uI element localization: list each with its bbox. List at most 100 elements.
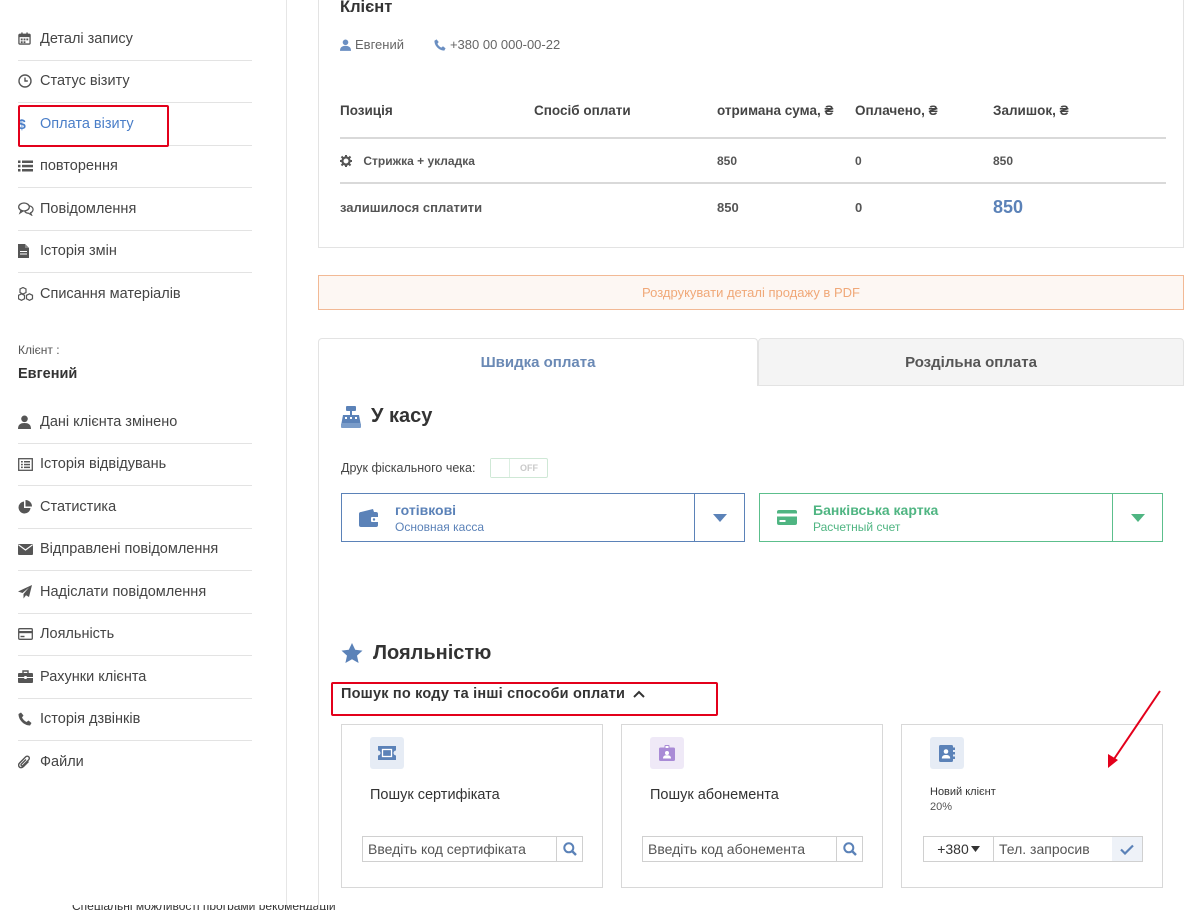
annotation-arrow-icon [1108, 690, 1161, 768]
chevron-down-icon[interactable] [1112, 494, 1162, 541]
bank-card-icon [760, 494, 813, 541]
sidebar-item-history[interactable]: Історія змін [18, 231, 252, 273]
cut-off-text: Спеціальні можливості програми рекоменда… [72, 899, 336, 910]
certificate-field [362, 836, 583, 862]
list-icon [18, 160, 40, 172]
header-position: Позиція [340, 103, 393, 118]
calendar-icon [18, 32, 40, 45]
sidebar-item-label: Списання матеріалів [40, 286, 181, 303]
referrer-phone-input[interactable] [994, 837, 1112, 861]
total-paid: 0 [855, 199, 863, 215]
client-section-title: Клієнт [340, 0, 393, 16]
subscription-search-card: Пошук абонемента [621, 724, 883, 888]
sidebar-item-label: повторення [40, 158, 118, 175]
header-received-text: отримана сума, ₴ [717, 103, 834, 118]
phone-code-value: +380 [937, 841, 969, 857]
header-remaining: Залишок, ₴ [993, 103, 1069, 118]
referrer-phone-field: +380 [923, 836, 1143, 862]
header-paid: Оплачено, ₴ [855, 103, 938, 118]
sidebar-item-loyalty[interactable]: Лояльність [18, 614, 252, 656]
certificate-search-card: Пошук сертифіката [341, 724, 603, 888]
tab-split-payment[interactable]: Роздільна оплата [758, 338, 1184, 386]
cash-select-text: готівкові Основная касса [395, 494, 694, 541]
sidebar-item-label: Історія відвідувань [40, 456, 167, 473]
print-pdf-button[interactable]: Роздрукувати деталі продажу в PDF [318, 275, 1184, 310]
sidebar-item-send-message[interactable]: Надіслати повідомлення [18, 571, 252, 614]
sidebar-item-sent-messages[interactable]: Відправлені повідомлення [18, 529, 252, 571]
phone-icon [18, 712, 40, 726]
sidebar-item-client-accounts[interactable]: Рахунки клієнта [18, 656, 252, 699]
card-payment-select[interactable]: Банківська картка Расчетный счет [759, 493, 1163, 542]
sidebar-item-label: Файли [40, 754, 84, 771]
table-header-row: Позиція Спосіб оплати отримана сума, ₴ О… [340, 84, 1166, 139]
certificate-title: Пошук сертифіката [370, 787, 500, 803]
sidebar-item-label: Історія змін [40, 243, 117, 260]
phone-code-select[interactable]: +380 [924, 837, 994, 861]
client-payment-card: Клієнт Евгений +380 00 000-00-22 Позиція… [318, 0, 1184, 248]
card-title: Банківська картка [813, 501, 939, 518]
sidebar-item-label: Дані клієнта змінено [40, 413, 178, 430]
chat-icon [18, 202, 40, 216]
loyalty-title-text: Лояльністю [373, 642, 492, 664]
list-alt-icon [18, 457, 40, 471]
gear-icon [340, 155, 352, 168]
paper-plane-icon [18, 584, 40, 599]
cashier-title-text: У касу [371, 405, 433, 427]
loyalty-section-title: Лояльністю [341, 642, 491, 665]
table-total-row: залишилося сплатити 850 0 850 [340, 184, 1166, 230]
toggle-knob [491, 459, 511, 477]
sidebar-item-visit-status[interactable]: Статус візиту [18, 61, 252, 103]
subscription-code-input[interactable] [643, 837, 836, 861]
sidebar-item-label: Відправлені повідомлення [40, 541, 219, 558]
new-client-title: Новий клієнт [930, 786, 996, 798]
cash-title: готівкові [395, 501, 457, 518]
sidebar-item-label: Повідомлення [40, 200, 137, 217]
sidebar-item-statistics[interactable]: Статистика [18, 486, 252, 529]
chevron-down-icon[interactable] [694, 494, 744, 541]
search-icon[interactable] [836, 837, 862, 861]
sidebar-item-label: Лояльність [40, 626, 115, 643]
dollar-icon: $ [18, 116, 40, 131]
sidebar-item-label: Оплата візиту [40, 115, 134, 132]
total-remaining: 850 [993, 196, 1024, 217]
user-icon [18, 415, 40, 429]
caret-down-icon [970, 846, 980, 852]
cash-payment-select[interactable]: готівкові Основная касса [341, 493, 745, 542]
sidebar-item-messages[interactable]: Повідомлення [18, 188, 252, 231]
sidebar-item-label: Статус візиту [40, 73, 130, 90]
search-by-code-toggle[interactable]: Пошук по коду та інші способи оплати [341, 686, 645, 702]
cash-register-icon [341, 405, 361, 428]
sidebar-item-repeat[interactable]: повторення [18, 146, 252, 188]
tab-quick-payment[interactable]: Швидка оплата [318, 338, 758, 386]
cell-position: Стрижка + укладка [340, 154, 534, 168]
cash-sub: Основная касса [395, 519, 485, 534]
sidebar-item-materials[interactable]: Списання матеріалів [18, 273, 252, 316]
sidebar-item-client-data[interactable]: Дані клієнта змінено [18, 401, 252, 444]
sidebar-item-record-details[interactable]: Деталі запису [18, 18, 252, 61]
card-sub: Расчетный счет [813, 519, 901, 534]
total-received: 850 [717, 199, 739, 215]
check-icon[interactable] [1112, 837, 1142, 861]
new-client-percent: 20% [930, 801, 953, 813]
search-icon[interactable] [556, 837, 582, 861]
id-badge-icon [650, 737, 684, 769]
fiscal-toggle[interactable]: OFF [490, 458, 549, 478]
sidebar-item-files[interactable]: Файли [18, 741, 252, 784]
cubes-icon [18, 287, 40, 302]
certificate-code-input[interactable] [363, 837, 556, 861]
subscription-field [642, 836, 863, 862]
envelope-icon [18, 543, 40, 555]
address-book-icon [930, 737, 964, 769]
search-toggle-label: Пошук по коду та інші способи оплати [341, 686, 626, 702]
svg-text:$: $ [18, 116, 26, 131]
ticket-icon [370, 737, 404, 769]
toggle-state: OFF [519, 463, 538, 473]
client-name: Евгений [18, 366, 78, 382]
wallet-icon [342, 494, 395, 541]
sidebar-item-visit-payment[interactable]: $ Оплата візиту [18, 103, 252, 146]
sidebar-item-call-history[interactable]: Історія дзвінків [18, 699, 252, 741]
sidebar-item-label: Рахунки клієнта [40, 668, 147, 685]
sidebar-item-label: Надіслати повідомлення [40, 583, 207, 600]
accessibility-note: Спеціальні можливості програми рекоменда… [72, 899, 336, 910]
sidebar-item-visit-history[interactable]: Історія відвідувань [18, 444, 252, 486]
